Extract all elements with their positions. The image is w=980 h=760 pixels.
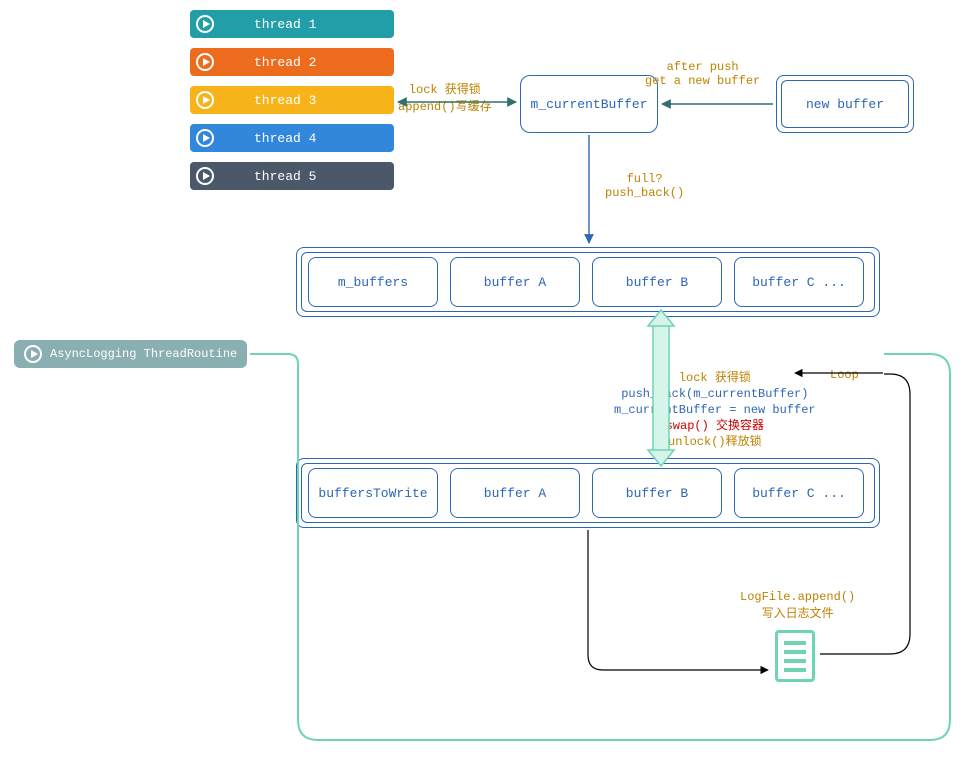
write-cell-b: buffer B xyxy=(592,468,722,518)
thread-label: thread 4 xyxy=(254,131,394,146)
arrow-right-icon xyxy=(196,91,214,109)
full-label: full? push_back() xyxy=(605,172,684,200)
async-routine-pill: AsyncLogging ThreadRoutine xyxy=(14,340,247,368)
write-cell-a: buffer A xyxy=(450,468,580,518)
file-icon xyxy=(775,630,815,682)
thread-5-button: thread 5 xyxy=(190,162,394,190)
after-push-label: after push get a new buffer xyxy=(645,60,760,88)
thread-label: thread 1 xyxy=(254,17,394,32)
arrow-right-icon xyxy=(196,15,214,33)
mbuffers-cell-a: buffer A xyxy=(450,257,580,307)
swap-block: lock 获得锁 push_back(m_currentBuffer) m_cu… xyxy=(614,370,816,450)
thread-label: thread 2 xyxy=(254,55,394,70)
mbuffers-cell-b: buffer B xyxy=(592,257,722,307)
mbuffers-cell-c: buffer C ... xyxy=(734,257,864,307)
arrow-right-icon xyxy=(196,167,214,185)
new-buffer-box: new buffer xyxy=(776,75,914,133)
lock-append-label: lock 获得锁 append()写缓存 xyxy=(398,80,492,114)
thread-2-button: thread 2 xyxy=(190,48,394,76)
write-head: buffersToWrite xyxy=(308,468,438,518)
routine-outline xyxy=(250,354,950,740)
current-buffer-box: m_currentBuffer xyxy=(520,75,658,133)
thread-4-button: thread 4 xyxy=(190,124,394,152)
arrow-right-icon xyxy=(24,345,42,363)
write-cell-c: buffer C ... xyxy=(734,468,864,518)
thread-1-button: thread 1 xyxy=(190,10,394,38)
arrow-right-icon xyxy=(196,53,214,71)
loop-label: Loop xyxy=(830,368,859,382)
thread-label: thread 5 xyxy=(254,169,394,184)
new-buffer-label: new buffer xyxy=(777,76,913,132)
mbuffers-head: m_buffers xyxy=(308,257,438,307)
arrow-right-icon xyxy=(196,129,214,147)
thread-label: thread 3 xyxy=(254,93,394,108)
logfile-label: LogFile.append() 写入日志文件 xyxy=(740,590,855,621)
current-buffer-label: m_currentBuffer xyxy=(530,97,647,112)
routine-label: AsyncLogging ThreadRoutine xyxy=(50,347,237,361)
thread-3-button: thread 3 xyxy=(190,86,394,114)
